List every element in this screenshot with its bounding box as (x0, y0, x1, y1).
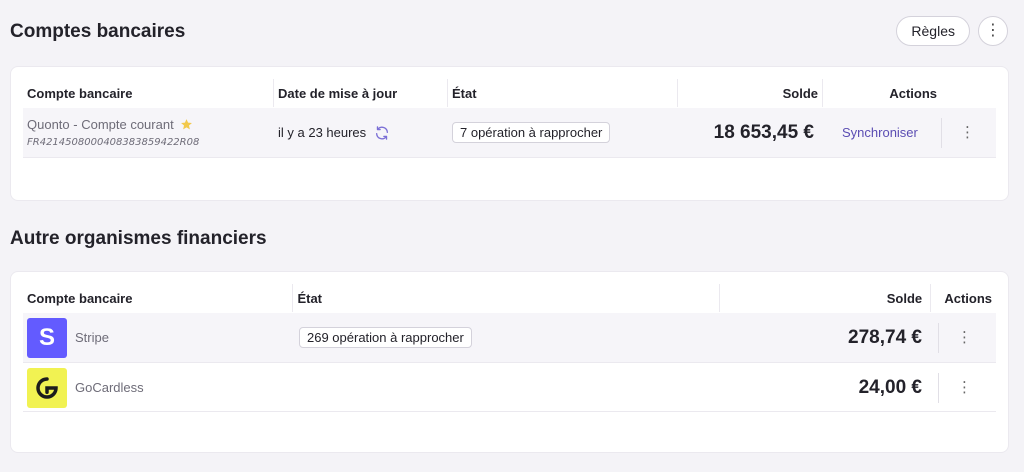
updated-cell: il y a 23 heures (273, 125, 447, 141)
col-account: Compte bancaire (27, 85, 133, 101)
col-state: État (447, 79, 677, 107)
stripe-logo: S (27, 317, 67, 358)
refresh-icon[interactable] (374, 125, 390, 141)
row-divider (941, 117, 942, 148)
row-menu-wrap: ⋮ (941, 117, 975, 148)
account-iban: FR4214508000408383859422R08 (27, 137, 200, 148)
col-updated: Date de mise à jour (273, 79, 447, 107)
balance-amount: 278,74 € (848, 326, 922, 348)
star-icon[interactable] (180, 118, 193, 131)
reconcile-badge[interactable]: 7 opération à rapprocher (452, 122, 611, 143)
col-actions: Actions (930, 284, 996, 312)
gocardless-logo (27, 367, 67, 408)
col-actions: Actions (822, 79, 941, 107)
rules-button[interactable]: Règles (896, 16, 970, 46)
row-menu-button[interactable]: ⋮ (957, 380, 972, 395)
account-cell: Quonto - Compte courant FR42145080004083… (23, 117, 273, 148)
bank-accounts-title: Comptes bancaires (10, 21, 186, 42)
balance-amount: 18 653,45 € (713, 121, 814, 143)
gocardless-row[interactable]: GoCardless 24,00 € ⋮ (23, 364, 996, 412)
bank-account-row[interactable]: Quonto - Compte courant FR42145080004083… (23, 108, 996, 158)
header-actions: Règles ⋮ (896, 16, 1008, 46)
gocardless-icon (36, 376, 58, 399)
bank-table-header: Compte bancaire Date de mise à jour État… (23, 73, 996, 113)
sync-link[interactable]: Synchroniser (842, 125, 918, 140)
more-options-button[interactable]: ⋮ (978, 16, 1008, 46)
state-cell: 7 opération à rapprocher (447, 122, 677, 143)
bank-accounts-card: Compte bancaire Date de mise à jour État… (10, 66, 1009, 201)
other-institutions-card: Compte bancaire État Solde Actions S Str… (10, 271, 1009, 453)
account-name: Stripe (75, 330, 109, 345)
other-table-header: Compte bancaire État Solde Actions (23, 278, 996, 318)
row-divider (938, 372, 939, 403)
actions-cell: Synchroniser (822, 125, 941, 140)
other-institutions-title: Autre organismes financiers (10, 228, 267, 249)
account-cell: S Stripe (23, 317, 293, 358)
row-divider (938, 322, 939, 353)
row-menu-button[interactable]: ⋮ (960, 125, 975, 140)
row-menu-button[interactable]: ⋮ (957, 330, 972, 345)
col-balance: Solde (718, 284, 931, 312)
col-state: État (292, 284, 718, 312)
balance-amount: 24,00 € (858, 376, 922, 398)
row-menu-wrap: ⋮ (932, 322, 972, 353)
col-balance: Solde (677, 79, 822, 107)
row-menu-wrap: ⋮ (932, 372, 972, 403)
account-cell: GoCardless (23, 367, 293, 408)
updated-text: il y a 23 heures (278, 125, 367, 140)
reconcile-badge[interactable]: 269 opération à rapprocher (299, 327, 472, 348)
account-name: Quonto - Compte courant (27, 117, 174, 132)
account-name: GoCardless (75, 380, 144, 395)
state-cell: 269 opération à rapprocher (293, 327, 720, 348)
stripe-row[interactable]: S Stripe 269 opération à rapprocher 278,… (23, 313, 996, 363)
col-account: Compte bancaire (27, 290, 133, 306)
